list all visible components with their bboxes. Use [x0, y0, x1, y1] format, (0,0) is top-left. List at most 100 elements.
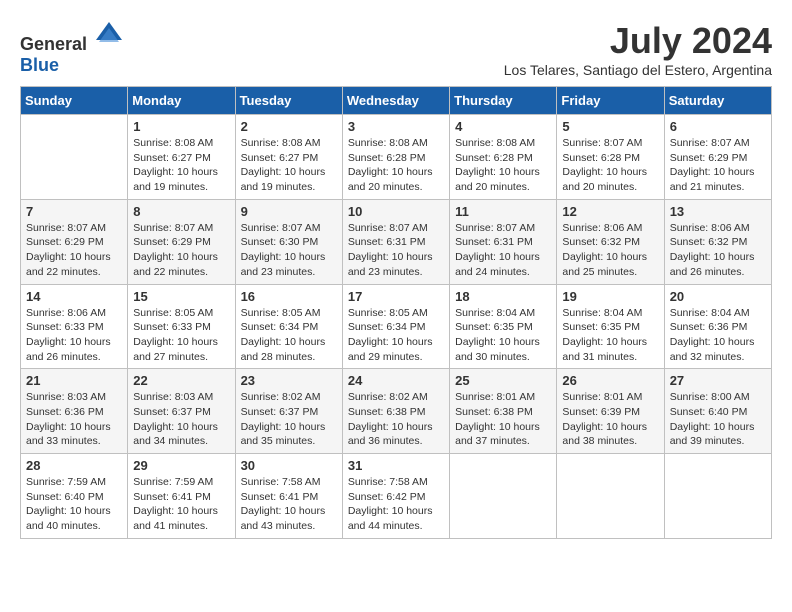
cell-info: Sunrise: 8:07 AMSunset: 6:31 PMDaylight:…: [348, 221, 444, 280]
calendar-cell: 26 Sunrise: 8:01 AMSunset: 6:39 PMDayligh…: [557, 369, 664, 454]
cell-info: Sunrise: 8:01 AMSunset: 6:38 PMDaylight:…: [455, 390, 551, 449]
calendar-cell: 18Sunrise: 8:04 AMSunset: 6:35 PMDayligh…: [450, 284, 557, 369]
calendar-cell: 8 Sunrise: 8:07 AMSunset: 6:29 PMDaylight…: [128, 199, 235, 284]
calendar-cell: 19 Sunrise: 8:04 AMSunset: 6:35 PMDayligh…: [557, 284, 664, 369]
cell-info: Sunrise: 8:07 AMSunset: 6:28 PMDaylight:…: [562, 136, 658, 195]
calendar-cell: 6 Sunrise: 8:07 AMSunset: 6:29 PMDaylight…: [664, 115, 771, 200]
calendar-cell: 10 Sunrise: 8:07 AMSunset: 6:31 PMDayligh…: [342, 199, 449, 284]
calendar-cell: [450, 454, 557, 539]
cell-info: Sunrise: 8:01 AMSunset: 6:39 PMDaylight:…: [562, 390, 658, 449]
column-header-sunday: Sunday: [21, 87, 128, 115]
cell-info: Sunrise: 7:58 AMSunset: 6:41 PMDaylight:…: [241, 475, 337, 534]
day-number: 23: [241, 373, 337, 388]
calendar-cell: 9 Sunrise: 8:07 AMSunset: 6:30 PMDaylight…: [235, 199, 342, 284]
cell-info: Sunrise: 8:03 AMSunset: 6:36 PMDaylight:…: [26, 390, 122, 449]
cell-info: Sunrise: 8:07 AMSunset: 6:30 PMDaylight:…: [241, 221, 337, 280]
column-header-saturday: Saturday: [664, 87, 771, 115]
day-number: 8: [133, 204, 229, 219]
day-number: 13: [670, 204, 766, 219]
day-number: 30: [241, 458, 337, 473]
cell-info: Sunrise: 7:59 AMSunset: 6:40 PMDaylight:…: [26, 475, 122, 534]
calendar-cell: 23Sunrise: 8:02 AMSunset: 6:37 PMDayligh…: [235, 369, 342, 454]
cell-info: Sunrise: 8:00 AMSunset: 6:40 PMDaylight:…: [670, 390, 766, 449]
logo-text: General Blue: [20, 20, 124, 76]
calendar-cell: 28 Sunrise: 7:59 AMSunset: 6:40 PMDayligh…: [21, 454, 128, 539]
location-subtitle: Los Telares, Santiago del Estero, Argent…: [504, 62, 772, 78]
cell-info: Sunrise: 7:59 AMSunset: 6:41 PMDaylight:…: [133, 475, 229, 534]
cell-info: Sunrise: 8:04 AMSunset: 6:35 PMDaylight:…: [562, 306, 658, 365]
calendar-cell: [21, 115, 128, 200]
cell-info: Sunrise: 8:07 AMSunset: 6:29 PMDaylight:…: [670, 136, 766, 195]
calendar-week-4: 21 Sunrise: 8:03 AMSunset: 6:36 PMDayligh…: [21, 369, 772, 454]
calendar-cell: 27 Sunrise: 8:00 AMSunset: 6:40 PMDayligh…: [664, 369, 771, 454]
day-number: 9: [241, 204, 337, 219]
calendar-cell: 11Sunrise: 8:07 AMSunset: 6:31 PMDayligh…: [450, 199, 557, 284]
cell-info: Sunrise: 8:06 AMSunset: 6:33 PMDaylight:…: [26, 306, 122, 365]
cell-info: Sunrise: 8:03 AMSunset: 6:37 PMDaylight:…: [133, 390, 229, 449]
cell-info: Sunrise: 8:07 AMSunset: 6:29 PMDaylight:…: [133, 221, 229, 280]
day-number: 2: [241, 119, 337, 134]
calendar-cell: 17 Sunrise: 8:05 AMSunset: 6:34 PMDayligh…: [342, 284, 449, 369]
calendar-cell: 7 Sunrise: 8:07 AMSunset: 6:29 PMDaylight…: [21, 199, 128, 284]
day-number: 4: [455, 119, 551, 134]
day-number: 12: [562, 204, 658, 219]
cell-info: Sunrise: 8:05 AMSunset: 6:34 PMDaylight:…: [348, 306, 444, 365]
cell-info: Sunrise: 8:07 AMSunset: 6:29 PMDaylight:…: [26, 221, 122, 280]
day-number: 17: [348, 289, 444, 304]
day-number: 29: [133, 458, 229, 473]
calendar-cell: 13 Sunrise: 8:06 AMSunset: 6:32 PMDayligh…: [664, 199, 771, 284]
calendar-cell: 24 Sunrise: 8:02 AMSunset: 6:38 PMDayligh…: [342, 369, 449, 454]
cell-info: Sunrise: 8:08 AMSunset: 6:27 PMDaylight:…: [241, 136, 337, 195]
day-number: 15: [133, 289, 229, 304]
cell-info: Sunrise: 8:08 AMSunset: 6:27 PMDaylight:…: [133, 136, 229, 195]
logo: General Blue: [20, 20, 124, 76]
column-header-wednesday: Wednesday: [342, 87, 449, 115]
calendar-table: SundayMondayTuesdayWednesdayThursdayFrid…: [20, 86, 772, 539]
day-number: 27: [670, 373, 766, 388]
cell-info: Sunrise: 8:06 AMSunset: 6:32 PMDaylight:…: [670, 221, 766, 280]
day-number: 26: [562, 373, 658, 388]
calendar-header-row: SundayMondayTuesdayWednesdayThursdayFrid…: [21, 87, 772, 115]
title-block: July 2024 Los Telares, Santiago del Este…: [504, 20, 772, 78]
calendar-cell: 4 Sunrise: 8:08 AMSunset: 6:28 PMDaylight…: [450, 115, 557, 200]
logo-blue: Blue: [20, 55, 59, 75]
column-header-thursday: Thursday: [450, 87, 557, 115]
calendar-week-3: 14 Sunrise: 8:06 AMSunset: 6:33 PMDayligh…: [21, 284, 772, 369]
calendar-cell: 29 Sunrise: 7:59 AMSunset: 6:41 PMDayligh…: [128, 454, 235, 539]
cell-info: Sunrise: 7:58 AMSunset: 6:42 PMDaylight:…: [348, 475, 444, 534]
cell-info: Sunrise: 8:02 AMSunset: 6:38 PMDaylight:…: [348, 390, 444, 449]
calendar-cell: 31Sunrise: 7:58 AMSunset: 6:42 PMDayligh…: [342, 454, 449, 539]
day-number: 6: [670, 119, 766, 134]
calendar-cell: 12Sunrise: 8:06 AMSunset: 6:32 PMDayligh…: [557, 199, 664, 284]
day-number: 14: [26, 289, 122, 304]
day-number: 21: [26, 373, 122, 388]
day-number: 7: [26, 204, 122, 219]
column-header-tuesday: Tuesday: [235, 87, 342, 115]
column-header-monday: Monday: [128, 87, 235, 115]
calendar-cell: [664, 454, 771, 539]
cell-info: Sunrise: 8:05 AMSunset: 6:34 PMDaylight:…: [241, 306, 337, 365]
day-number: 5: [562, 119, 658, 134]
column-header-friday: Friday: [557, 87, 664, 115]
day-number: 28: [26, 458, 122, 473]
calendar-cell: 15 Sunrise: 8:05 AMSunset: 6:33 PMDayligh…: [128, 284, 235, 369]
calendar-cell: 20Sunrise: 8:04 AMSunset: 6:36 PMDayligh…: [664, 284, 771, 369]
cell-info: Sunrise: 8:08 AMSunset: 6:28 PMDaylight:…: [455, 136, 551, 195]
cell-info: Sunrise: 8:08 AMSunset: 6:28 PMDaylight:…: [348, 136, 444, 195]
calendar-cell: 22Sunrise: 8:03 AMSunset: 6:37 PMDayligh…: [128, 369, 235, 454]
day-number: 10: [348, 204, 444, 219]
cell-info: Sunrise: 8:04 AMSunset: 6:36 PMDaylight:…: [670, 306, 766, 365]
page-header: General Blue July 2024 Los Telares, Sant…: [20, 20, 772, 78]
calendar-cell: 14 Sunrise: 8:06 AMSunset: 6:33 PMDayligh…: [21, 284, 128, 369]
calendar-cell: 1Sunrise: 8:08 AMSunset: 6:27 PMDaylight…: [128, 115, 235, 200]
day-number: 24: [348, 373, 444, 388]
day-number: 18: [455, 289, 551, 304]
calendar-week-1: 1Sunrise: 8:08 AMSunset: 6:27 PMDaylight…: [21, 115, 772, 200]
logo-general: General: [20, 34, 87, 54]
calendar-cell: 5 Sunrise: 8:07 AMSunset: 6:28 PMDaylight…: [557, 115, 664, 200]
cell-info: Sunrise: 8:05 AMSunset: 6:33 PMDaylight:…: [133, 306, 229, 365]
calendar-cell: [557, 454, 664, 539]
calendar-cell: 25Sunrise: 8:01 AMSunset: 6:38 PMDayligh…: [450, 369, 557, 454]
calendar-cell: 2 Sunrise: 8:08 AMSunset: 6:27 PMDaylight…: [235, 115, 342, 200]
day-number: 19: [562, 289, 658, 304]
